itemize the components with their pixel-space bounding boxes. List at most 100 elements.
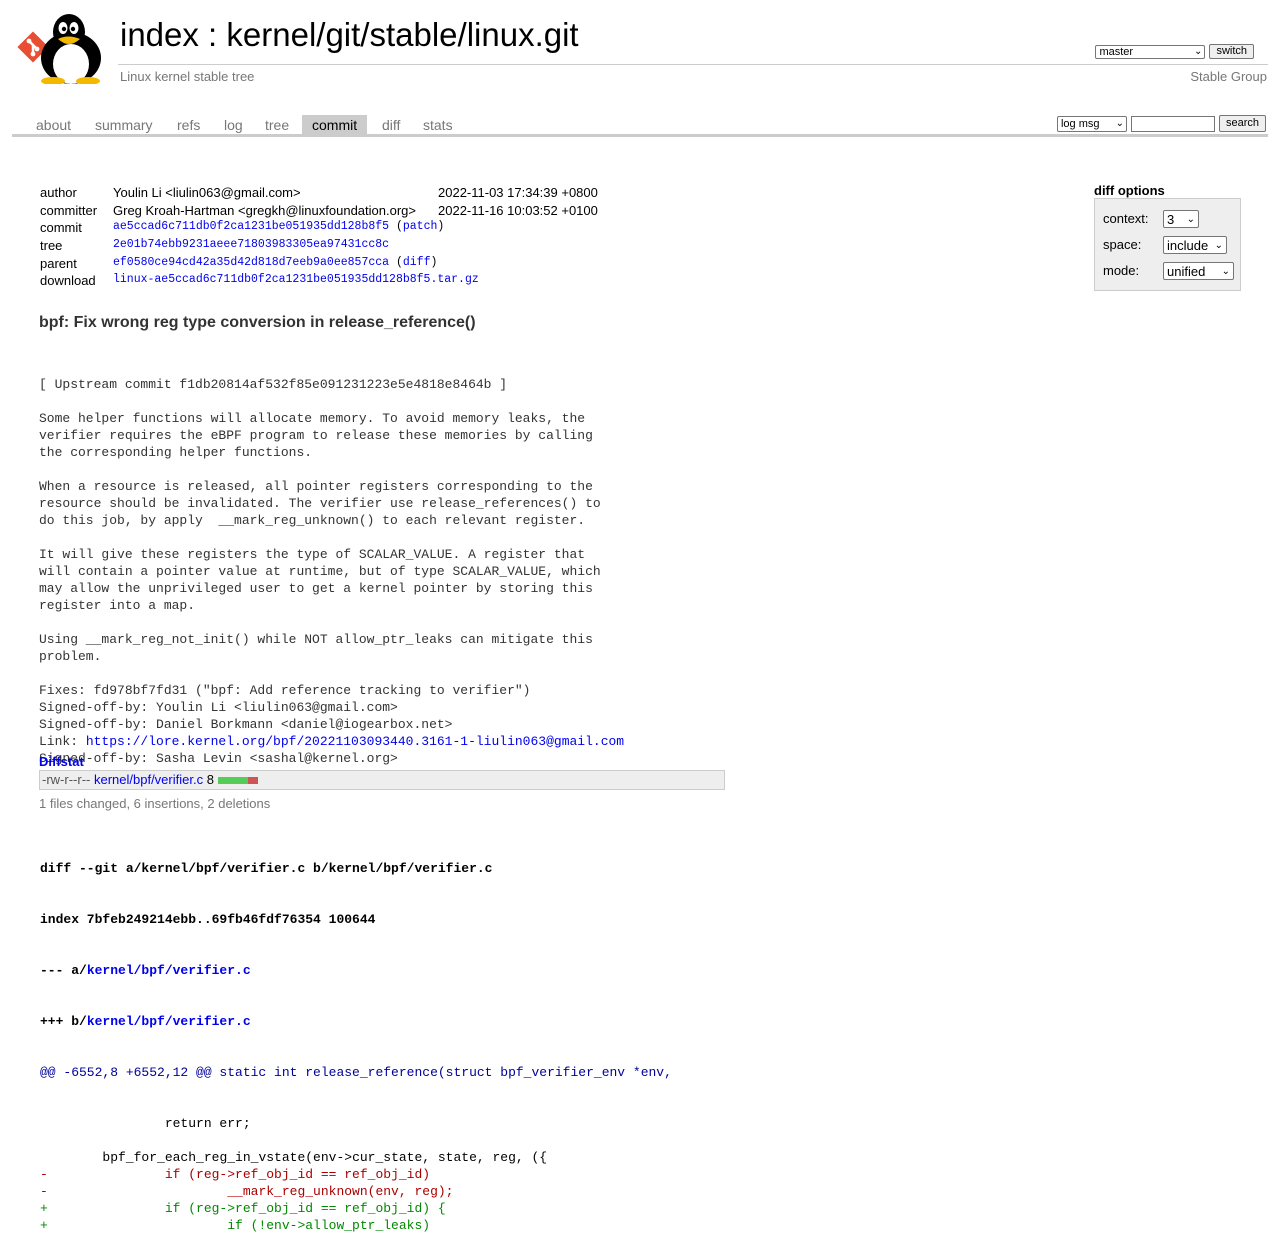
title-repo-link[interactable]: kernel/git/stable/linux.git	[226, 16, 578, 53]
diff-context-line: return err;	[40, 1116, 251, 1131]
diff-plus-line: +++ b/kernel/bpf/verifier.c	[40, 1013, 672, 1030]
search-mode-value: log msg	[1060, 117, 1100, 130]
author-date: 2022-11-03 17:34:39 +0800	[438, 185, 598, 200]
download-value: linux-ae5ccad6c711db0f2ca1231be051935dd1…	[113, 273, 479, 286]
chevron-down-icon: ⌄	[1214, 239, 1223, 251]
diff-context-line	[40, 1132, 672, 1149]
diffstat-summary: 1 files changed, 6 insertions, 2 deletio…	[39, 796, 271, 811]
title-index-link[interactable]: index	[120, 16, 199, 53]
diffstat-count: 8	[206, 772, 214, 787]
commit-message-line	[39, 393, 624, 410]
chevron-down-icon: ⌄	[1115, 118, 1124, 129]
diff-added-line: + if (!env->allow_ptr_leaks)	[40, 1218, 431, 1233]
diffstat-title-link[interactable]: Diffstat	[39, 754, 84, 769]
committer-date: 2022-11-16 10:03:52 +0100	[438, 202, 598, 218]
diff-minus-line: --- a/kernel/bpf/verifier.c	[40, 962, 672, 979]
tab-stats[interactable]: stats	[423, 117, 453, 133]
context-label: context:	[1103, 211, 1149, 226]
tab-tree[interactable]: tree	[265, 117, 289, 133]
diff-options-panel: context: 3 ⌄ space: include ⌄ mode: unif…	[1094, 198, 1241, 291]
commit-subject: bpf: Fix wrong reg type conversion in re…	[39, 314, 476, 331]
tab-summary[interactable]: summary	[95, 117, 153, 133]
space-select[interactable]: include ⌄	[1163, 236, 1227, 254]
commit-message-line	[39, 665, 624, 682]
commit-message-line: problem.	[39, 649, 102, 664]
commit-message-line: It will give these registers the type of…	[39, 547, 586, 562]
commit-message-line: Signed-off-by: Daniel Borkmann <daniel@i…	[39, 717, 453, 732]
context-select-value: 3	[1167, 211, 1175, 227]
header-divider	[118, 64, 1268, 65]
diffstat-file-link[interactable]: kernel/bpf/verifier.c	[94, 772, 203, 787]
file-mode: -rw-r--r--	[42, 772, 91, 787]
commit-message: [ Upstream commit f1db20814af532f85e0912…	[39, 342, 624, 784]
commit-message-line: may allow the unprivileged user to get a…	[39, 581, 593, 596]
tux-penguin-icon	[41, 14, 101, 84]
tab-log[interactable]: log	[224, 117, 243, 133]
commit-message-line: do this job, by apply __mark_reg_unknown…	[39, 513, 586, 528]
space-label: space:	[1103, 237, 1142, 252]
author-label: author	[40, 185, 77, 200]
commit-hash-link[interactable]: ae5ccad6c711db0f2ca1231be051935dd128b8f5	[113, 220, 389, 233]
plus-file-link[interactable]: kernel/bpf/verifier.c	[87, 1014, 251, 1029]
commit-message-line: the corresponding helper functions.	[39, 445, 313, 460]
plus-prefix: +++ b/	[40, 1014, 87, 1029]
branch-select[interactable]: master ⌄	[1095, 44, 1206, 59]
committer-label: committer	[40, 202, 98, 218]
repo-description: Linux kernel stable tree	[120, 69, 255, 84]
search-mode-select[interactable]: log msg ⌄	[1056, 115, 1127, 132]
parent-label: parent	[40, 255, 77, 271]
commit-message-line: register into a map.	[39, 598, 196, 613]
search-input[interactable]	[1130, 115, 1215, 132]
tree-hash-link[interactable]: 2e01b74ebb9231aeee71803983305ea97431cc8c	[113, 238, 389, 251]
commit-label: commit	[40, 220, 82, 236]
parent-value: ef0580ce94cd42a35d42d818d7eeb9a0ee857cca…	[113, 255, 438, 269]
diff-index-line: index 7bfeb249214ebb..69fb46fdf76354 100…	[40, 912, 376, 927]
mode-select[interactable]: unified ⌄	[1163, 262, 1234, 280]
commit-message-line: verifier requires the eBPF program to re…	[39, 428, 593, 443]
minus-prefix: --- a/	[40, 963, 87, 978]
tab-refs[interactable]: refs	[177, 117, 200, 133]
commit-message-line: resource should be invalidated. The veri…	[39, 496, 601, 511]
commit-message-line	[39, 529, 624, 546]
commit-message-line: will contain a pointer value at runtime,…	[39, 564, 601, 579]
lore-link[interactable]: https://lore.kernel.org/bpf/202211030934…	[86, 734, 624, 749]
diff-deleted-line: - if (reg->ref_obj_id == ref_obj_id)	[40, 1167, 431, 1182]
commit-message-link-line: Link: https://lore.kernel.org/bpf/202211…	[39, 733, 624, 750]
download-label: download	[40, 273, 96, 289]
commit-message-line: Fixes: fd978bf7fd31 ("bpf: Add reference…	[39, 683, 531, 698]
search-button[interactable]: search	[1218, 115, 1266, 132]
diff-context-line: bpf_for_each_reg_in_vstate(env->cur_stat…	[40, 1150, 548, 1165]
diff-view: diff --git a/kernel/bpf/verifier.c b/ker…	[40, 826, 672, 1251]
diff-lines: return err; bpf_for_each_reg_in_vstate(e…	[40, 1115, 672, 1234]
diff-hunk-header: @@ -6552,8 +6552,12 @@ static int releas…	[40, 1065, 672, 1080]
page-title: index : kernel/git/stable/linux.git	[120, 16, 579, 54]
diff-git-line: diff --git a/kernel/bpf/verifier.c b/ker…	[40, 861, 493, 876]
commit-message-line: Signed-off-by: Youlin Li <liulin063@gmai…	[39, 700, 398, 715]
commit-message-line: [ Upstream commit f1db20814af532f85e0912…	[39, 377, 508, 392]
minus-file-link[interactable]: kernel/bpf/verifier.c	[87, 963, 251, 978]
diff-options-title: diff options	[1094, 183, 1165, 198]
switch-button[interactable]: switch	[1209, 44, 1254, 59]
space-select-value: include	[1167, 237, 1209, 253]
diffstat-table: -rw-r--r-- kernel/bpf/verifier.c 8	[39, 770, 725, 790]
tree-label: tree	[40, 238, 63, 254]
commit-value: ae5ccad6c711db0f2ca1231be051935dd128b8f5…	[113, 220, 445, 234]
chevron-down-icon: ⌄	[1221, 265, 1230, 277]
tab-commit[interactable]: commit	[302, 115, 368, 134]
tree-value: 2e01b74ebb9231aeee71803983305ea97431cc8c	[113, 238, 389, 251]
tab-diff[interactable]: diff	[382, 117, 400, 133]
repo-owner: Stable Group	[1190, 69, 1267, 84]
commit-message-lines: [ Upstream commit f1db20814af532f85e0912…	[39, 376, 624, 733]
tab-about[interactable]: about	[36, 117, 71, 133]
context-select[interactable]: 3 ⌄	[1163, 210, 1199, 228]
download-tarball-link[interactable]: linux-ae5ccad6c711db0f2ca1231be051935dd1…	[113, 273, 479, 286]
chevron-down-icon: ⌄	[1194, 46, 1203, 57]
parent-hash-link[interactable]: ef0580ce94cd42a35d42d818d7eeb9a0ee857cca	[113, 256, 389, 269]
mode-label: mode:	[1103, 263, 1140, 278]
diff-added-line: + if (reg->ref_obj_id == ref_obj_id) {	[40, 1201, 446, 1216]
committer-value: Greg Kroah-Hartman <gregkh@linuxfoundati…	[113, 202, 416, 218]
parent-diff-link[interactable]: diff	[403, 256, 431, 269]
branch-switch-form: master ⌄ switch	[1095, 44, 1254, 59]
patch-link[interactable]: patch	[403, 220, 438, 233]
diffstat-deletions-bar	[247, 777, 258, 785]
